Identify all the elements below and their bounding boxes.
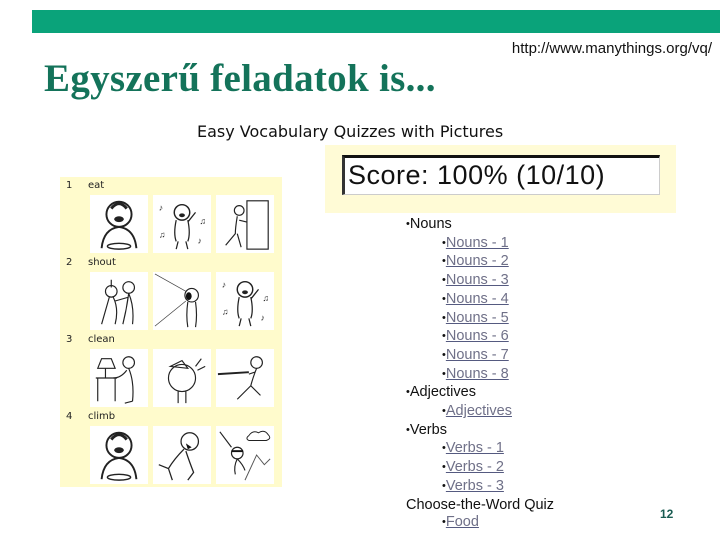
- list-item: •Nouns - 6: [406, 328, 554, 347]
- quiz-link[interactable]: Nouns - 3: [446, 272, 509, 288]
- answer-picture[interactable]: [216, 195, 274, 253]
- eating-boy-icon: [100, 200, 138, 250]
- page-number: 12: [660, 507, 674, 521]
- answer-picture[interactable]: [153, 426, 211, 484]
- category-label: Adjectives: [409, 384, 476, 401]
- bullet-icon: •: [442, 236, 446, 249]
- climbing-mountain-icon: [219, 430, 271, 481]
- answer-picture[interactable]: [153, 349, 211, 407]
- shouting-figure-icon: [154, 273, 200, 328]
- answer-picture[interactable]: ♪ ♫ ♫ ♪: [153, 195, 211, 253]
- category-adjectives: •Adjectives: [406, 384, 554, 403]
- answer-picture[interactable]: [216, 426, 274, 484]
- list-item: •Nouns - 4: [406, 291, 554, 310]
- question-word: eat: [88, 180, 105, 191]
- accent-bar: [32, 10, 720, 33]
- bullet-icon: •: [442, 330, 446, 343]
- svg-text:♪: ♪: [197, 235, 201, 245]
- pushing-door-icon: [225, 200, 269, 250]
- list-item: •Nouns - 5: [406, 310, 554, 329]
- bullet-icon: •: [406, 218, 410, 230]
- cleaning-lamp-icon: [95, 356, 136, 404]
- source-url-link[interactable]: http://www.manythings.org/vq/: [512, 40, 712, 57]
- list-item: •Nouns - 3: [406, 272, 554, 291]
- quiz-picture-panel: 1 eat ♪ ♫ ♫ ♪ 2 shout ♪ ♫ ♫ ♪ 3 clean 4 climb: [60, 177, 282, 487]
- quiz-link[interactable]: Nouns - 5: [446, 310, 509, 326]
- list-item: •Nouns - 7: [406, 347, 554, 366]
- svg-text:♫: ♫: [222, 307, 229, 317]
- question-word: clean: [88, 334, 115, 345]
- bullet-icon: •: [442, 479, 446, 492]
- bullet-icon: •: [442, 292, 446, 305]
- category-verbs: •Verbs: [406, 422, 554, 441]
- score-panel: Score: 100% (10/10): [325, 145, 676, 213]
- category-choose-the-word: Choose-the-Word Quiz: [406, 497, 554, 515]
- bullet-icon: •: [442, 367, 446, 380]
- bullet-icon: •: [442, 255, 446, 268]
- question-word: climb: [88, 411, 116, 422]
- answer-picture[interactable]: [90, 426, 148, 484]
- question-number: 1: [66, 180, 73, 191]
- quiz-link[interactable]: Verbs - 3: [446, 478, 504, 494]
- bullet-icon: •: [442, 516, 446, 529]
- question-word: shout: [88, 257, 116, 268]
- bullet-icon: •: [442, 405, 446, 418]
- list-item: •Verbs - 3: [406, 478, 554, 497]
- quiz-link[interactable]: Verbs - 1: [446, 440, 504, 456]
- bullet-icon: •: [406, 423, 410, 436]
- fighting-figures-icon: [101, 279, 136, 325]
- list-item: •Nouns - 8: [406, 366, 554, 385]
- svg-text:♫: ♫: [199, 216, 206, 226]
- svg-text:♪: ♪: [222, 279, 226, 289]
- list-item: •Food: [406, 514, 554, 533]
- quiz-link[interactable]: Nouns - 1: [446, 235, 509, 251]
- category-nouns: •Nouns: [406, 216, 554, 235]
- question-number: 3: [66, 334, 73, 345]
- question-number: 4: [66, 411, 73, 422]
- quiz-link[interactable]: Nouns - 4: [446, 291, 509, 307]
- bullet-icon: •: [406, 386, 410, 399]
- page-subtitle: Easy Vocabulary Quizzes with Pictures: [197, 122, 504, 141]
- answer-picture[interactable]: ♪ ♫ ♫ ♪: [216, 272, 274, 330]
- answer-picture[interactable]: [90, 272, 148, 330]
- list-item: •Verbs - 2: [406, 459, 554, 478]
- svg-text:♪: ♪: [260, 312, 264, 322]
- bullet-icon: •: [442, 311, 446, 324]
- quiz-link[interactable]: Nouns - 7: [446, 347, 509, 363]
- quiz-link[interactable]: Nouns - 2: [446, 253, 509, 269]
- answer-picture[interactable]: [216, 349, 274, 407]
- svg-text:♫: ♫: [159, 230, 166, 240]
- singing-figure-icon: ♪ ♫ ♫ ♪: [222, 279, 269, 327]
- bullet-icon: •: [442, 348, 446, 361]
- falling-figure-icon: [158, 432, 200, 481]
- question-number: 2: [66, 257, 73, 268]
- bullet-icon: •: [442, 461, 446, 474]
- category-label: Verbs: [409, 421, 447, 438]
- pulling-rope-icon: [217, 356, 263, 400]
- quiz-link[interactable]: Food: [446, 514, 479, 530]
- answer-picture[interactable]: [90, 195, 148, 253]
- category-label: Nouns: [409, 216, 452, 232]
- list-item: •Adjectives: [406, 403, 554, 422]
- quiz-link[interactable]: Adjectives: [446, 403, 512, 419]
- list-item: •Nouns - 2: [406, 253, 554, 272]
- singing-figure-icon: ♪ ♫ ♫ ♪: [159, 202, 206, 250]
- score-display: Score: 100% (10/10): [342, 155, 660, 195]
- list-item: •Verbs - 1: [406, 440, 554, 459]
- category-label: Choose-the-Word Quiz: [406, 496, 555, 513]
- list-item: •Nouns - 1: [406, 235, 554, 254]
- quiz-link-list: •Nouns •Nouns - 1 •Nouns - 2 •Nouns - 3 …: [406, 216, 554, 533]
- drinking-figure-icon: [167, 358, 206, 404]
- quiz-link[interactable]: Nouns - 8: [446, 366, 509, 382]
- eating-boy-icon: [100, 431, 138, 481]
- answer-picture[interactable]: [90, 349, 148, 407]
- bullet-icon: •: [442, 442, 446, 455]
- svg-text:♫: ♫: [262, 293, 269, 303]
- svg-text:♪: ♪: [159, 202, 163, 212]
- quiz-link[interactable]: Nouns - 6: [446, 328, 509, 344]
- bullet-icon: •: [442, 274, 446, 287]
- quiz-link[interactable]: Verbs - 2: [446, 459, 504, 475]
- slide-title: Egyszerű feladatok is...: [44, 57, 436, 100]
- answer-picture[interactable]: [153, 272, 211, 330]
